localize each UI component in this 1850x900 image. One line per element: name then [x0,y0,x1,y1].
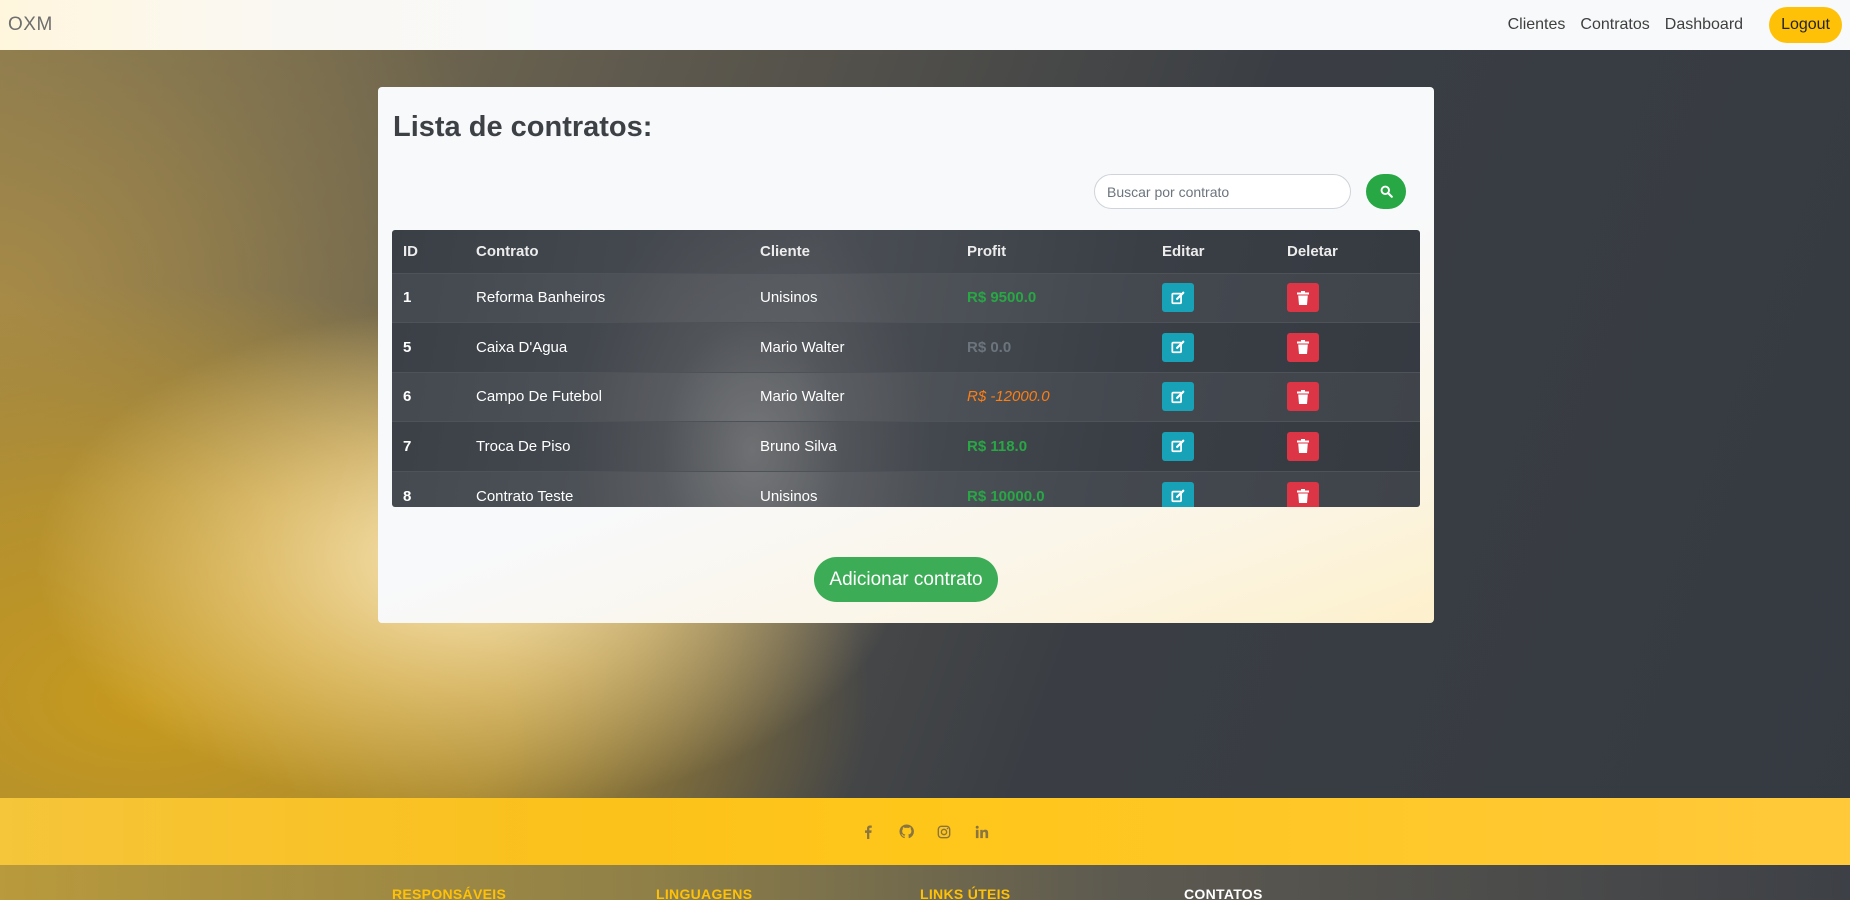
delete-button[interactable] [1287,431,1319,461]
cell-delete [1276,272,1420,323]
table-row: 1 Reforma Banheiros Unisinos R$ 9500.0 [392,272,1420,323]
delete-button[interactable] [1287,283,1319,313]
cell-contrato: Caixa D'Agua [465,322,749,372]
cell-delete [1276,322,1420,372]
nav-links: Clientes Contratos Dashboard Logout [1493,7,1842,43]
instagram-icon[interactable] [934,822,954,842]
edit-button[interactable] [1162,283,1194,313]
search-button[interactable] [1366,174,1406,209]
cell-contrato: Contrato Teste [465,470,749,507]
cell-id: 5 [392,322,465,372]
cell-profit: R$ -12000.0 [956,371,1151,422]
trash-icon [1297,439,1309,454]
navbar: OXM Clientes Contratos Dashboard Logout [0,0,1850,50]
cell-profit: R$ 0.0 [956,322,1151,372]
footer-heading-linguagens: LINGUAGENS [656,886,753,900]
nav-link-dashboard[interactable]: Dashboard [1665,16,1743,34]
trash-icon [1297,489,1309,503]
contracts-table: ID Contrato Cliente Profit Editar Deleta… [392,230,1420,507]
cell-profit: R$ 10000.0 [956,470,1151,507]
contracts-card: Lista de contratos: ID Contrato Cliente … [378,87,1434,623]
delete-button[interactable] [1287,481,1319,507]
cell-contrato: Troca De Piso [465,421,749,471]
header-deletar: Deletar [1287,242,1338,260]
footer-heading-responsaveis: RESPONSÁVEIS [392,886,507,900]
cell-edit [1151,272,1276,323]
footer-social-bar [0,798,1850,865]
cell-delete [1276,371,1420,422]
github-icon[interactable] [896,822,916,842]
edit-button[interactable] [1162,332,1194,362]
delete-button[interactable] [1287,332,1319,362]
table-row: 5 Caixa D'Agua Mario Walter R$ 0.0 [392,322,1420,372]
header-cliente: Cliente [760,242,811,260]
cell-id: 1 [392,272,465,323]
edit-button[interactable] [1162,431,1194,461]
header-id: ID [403,242,418,260]
logout-button[interactable]: Logout [1769,7,1842,43]
trash-icon [1297,340,1309,355]
cell-cliente: Mario Walter [749,371,956,422]
facebook-icon[interactable] [858,822,878,842]
table-row: 8 Contrato Teste Unisinos R$ 10000.0 [392,470,1420,507]
cell-contrato: Campo De Futebol [465,371,749,422]
cell-contrato: Reforma Banheiros [465,272,749,323]
search-icon [1380,185,1393,198]
trash-icon [1297,389,1309,404]
cell-cliente: Mario Walter [749,322,956,372]
cell-profit: R$ 118.0 [956,421,1151,471]
footer-links: RESPONSÁVEIS LINGUAGENS LINKS ÚTEIS CONT… [0,865,1850,900]
cell-profit: R$ 9500.0 [956,272,1151,323]
footer-heading-links-uteis: LINKS ÚTEIS [920,886,1011,900]
header-editar: Editar [1162,242,1205,260]
cell-id: 6 [392,371,465,422]
edit-icon [1171,291,1185,304]
linkedin-icon[interactable] [972,822,992,842]
add-contract-button[interactable]: Adicionar contrato [814,557,998,602]
edit-icon [1171,390,1185,403]
cell-edit [1151,470,1276,507]
edit-icon [1171,340,1185,354]
edit-button[interactable] [1162,382,1194,412]
header-contrato: Contrato [476,242,539,260]
cell-delete [1276,421,1420,471]
cell-delete [1276,470,1420,507]
nav-link-clientes[interactable]: Clientes [1508,16,1566,34]
cell-cliente: Unisinos [749,272,956,323]
trash-icon [1297,290,1309,305]
brand-logo[interactable]: OXM [8,14,53,36]
table-header-row: ID Contrato Cliente Profit Editar Deleta… [392,230,1420,273]
search-input[interactable] [1094,174,1351,209]
table-row: 7 Troca De Piso Bruno Silva R$ 118.0 [392,421,1420,471]
footer-heading-contatos: CONTATOS [1184,886,1263,900]
header-profit: Profit [967,242,1007,260]
cell-cliente: Unisinos [749,470,956,507]
cell-edit [1151,322,1276,372]
edit-icon [1171,439,1185,453]
cell-id: 7 [392,421,465,471]
cell-edit [1151,371,1276,422]
cell-cliente: Bruno Silva [749,421,956,471]
edit-icon [1171,489,1185,503]
delete-button[interactable] [1287,382,1319,412]
cell-id: 8 [392,470,465,507]
edit-button[interactable] [1162,481,1194,507]
cell-edit [1151,421,1276,471]
nav-link-contratos[interactable]: Contratos [1580,16,1649,34]
social-links [858,822,992,842]
table-row: 6 Campo De Futebol Mario Walter R$ -1200… [392,371,1420,422]
page-title: Lista de contratos: [393,111,653,143]
